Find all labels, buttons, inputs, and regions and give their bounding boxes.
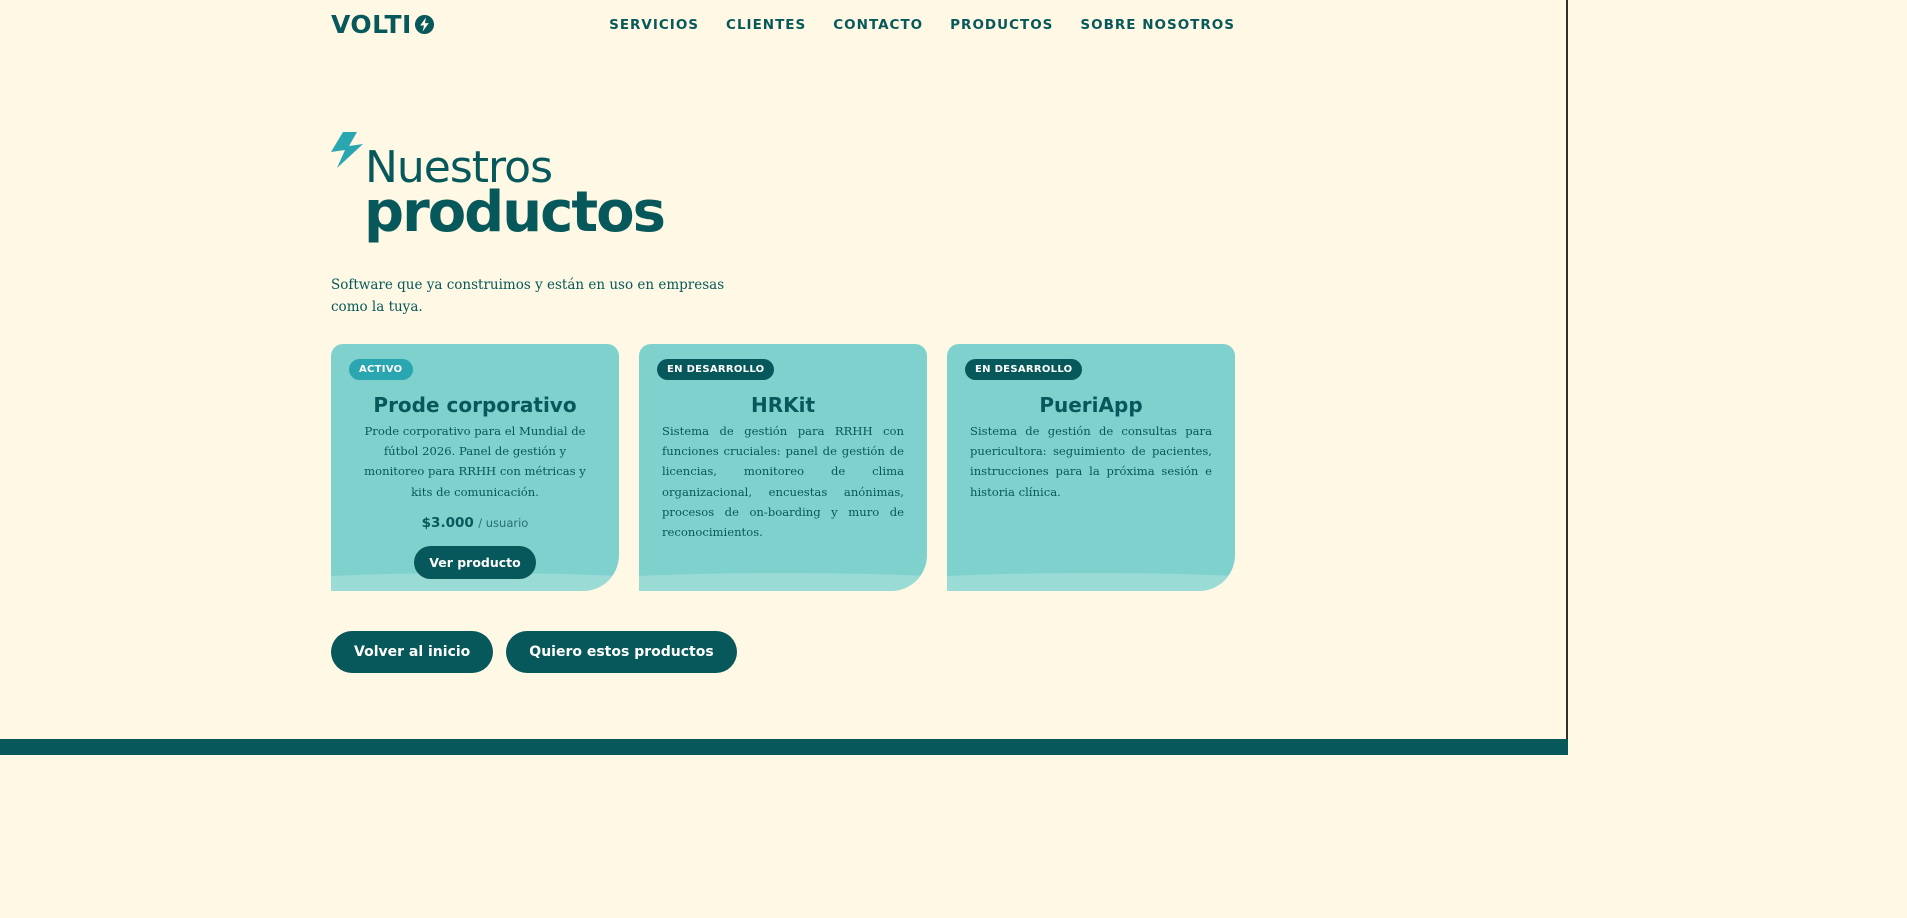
footer-bar: [0, 739, 1568, 755]
nav-clientes[interactable]: CLIENTES: [726, 17, 806, 33]
hero-title-line2: productos: [364, 180, 666, 245]
price-amount: $3.000: [421, 514, 474, 531]
status-badge: EN DESARROLLO: [965, 359, 1083, 380]
site-header: VOLTI SERVICIOS CLIENTES CONTACTO PRODUC…: [331, 0, 1235, 48]
logo[interactable]: VOLTI: [331, 10, 435, 39]
lightning-bolt-icon: [331, 132, 363, 168]
product-card-pueriapp: EN DESARROLLO PueriApp Sistema de gestió…: [947, 344, 1235, 591]
hero-heading: Nuestros productos: [331, 130, 731, 250]
nav-sobre-nosotros[interactable]: SOBRE NOSOTROS: [1080, 17, 1235, 33]
hero-subtitle: Software que ya construimos y están en u…: [331, 277, 725, 315]
page-container: VOLTI SERVICIOS CLIENTES CONTACTO PRODUC…: [331, 0, 1235, 673]
bolt-circle-icon: [414, 14, 434, 34]
price-unit: / usuario: [478, 515, 529, 530]
product-description: Prode corporativo para el Mundial de fút…: [364, 424, 586, 499]
product-description: Sistema de gestión para RRHH con funcion…: [662, 424, 904, 540]
product-card-prode: ACTIVO Prode corporativo Prode corporati…: [331, 344, 619, 591]
logo-text: VOLTI: [331, 9, 412, 39]
product-description: Sistema de gestión de consultas para pue…: [970, 424, 1212, 499]
view-product-button[interactable]: Ver producto: [414, 545, 536, 579]
back-home-button[interactable]: Volver al inicio: [331, 631, 494, 673]
products-grid: ACTIVO Prode corporativo Prode corporati…: [331, 344, 1235, 591]
nav-contacto[interactable]: CONTACTO: [833, 17, 923, 33]
status-badge: EN DESARROLLO: [657, 359, 775, 380]
product-card-hrkit: EN DESARROLLO HRKit Sistema de gestión p…: [639, 344, 927, 591]
product-price: $3.000 / usuario: [354, 514, 596, 532]
scrollbar-edge: [1566, 0, 1568, 739]
want-products-button[interactable]: Quiero estos productos: [506, 631, 737, 673]
nav-servicios[interactable]: SERVICIOS: [609, 17, 699, 33]
main-nav: SERVICIOS CLIENTES CONTACTO PRODUCTOS SO…: [609, 16, 1235, 33]
nav-productos[interactable]: PRODUCTOS: [950, 17, 1053, 33]
page-actions: Volver al inicio Quiero estos productos: [331, 631, 737, 673]
status-badge: ACTIVO: [349, 359, 413, 380]
